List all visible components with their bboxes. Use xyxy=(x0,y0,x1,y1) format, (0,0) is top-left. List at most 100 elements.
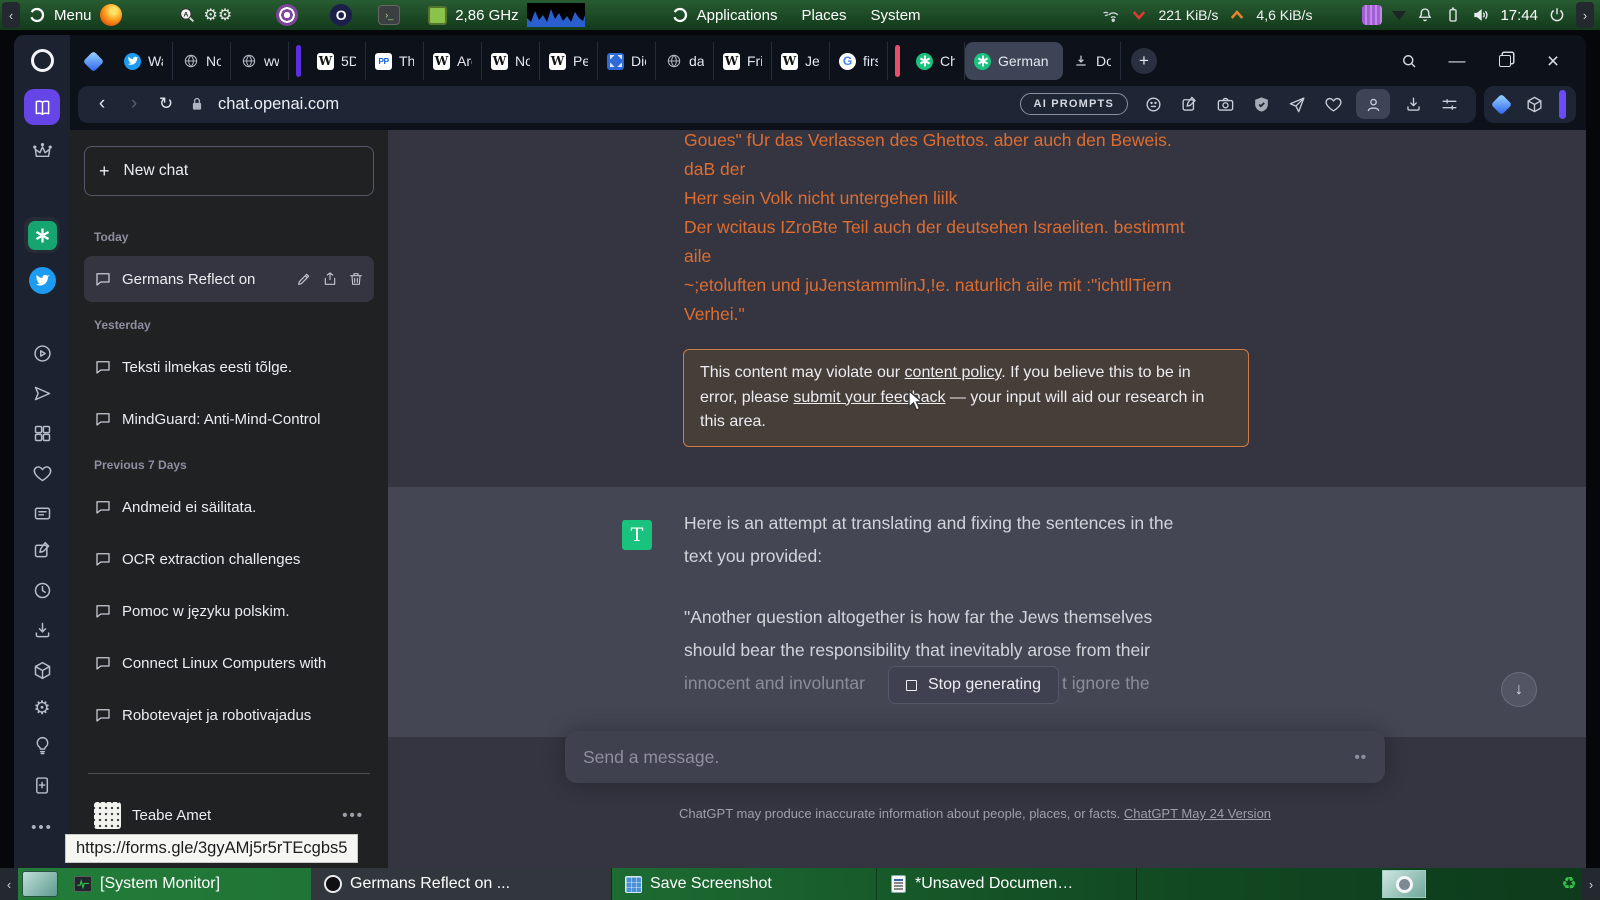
taskbar-window[interactable]: Save Screenshot xyxy=(612,868,877,900)
rename-icon[interactable] xyxy=(296,271,312,287)
download-icon[interactable] xyxy=(14,620,70,641)
opera-logo[interactable] xyxy=(14,49,70,72)
browser-tab[interactable]: W Jew xyxy=(772,42,830,80)
pinboard-icon[interactable] xyxy=(1176,91,1202,117)
workspace-icon[interactable] xyxy=(82,50,105,72)
taskbar-collapse-left-icon[interactable]: ‹ xyxy=(0,868,18,900)
chat-history-item[interactable]: Connect Linux Computers with xyxy=(84,640,374,686)
heart-icon[interactable] xyxy=(1320,91,1346,117)
history-clock-icon[interactable] xyxy=(14,580,70,601)
terminal-icon[interactable]: ›_ xyxy=(378,5,401,25)
send-plane-icon[interactable] xyxy=(1284,91,1310,117)
notifications-bell-icon[interactable] xyxy=(1416,6,1434,24)
ai-prompts-button[interactable]: AI PROMPTS xyxy=(1019,93,1128,115)
restore-button[interactable] xyxy=(1494,50,1516,72)
browser-tab[interactable]: W Nov xyxy=(482,42,540,80)
version-link[interactable]: ChatGPT May 24 Version xyxy=(1124,806,1271,821)
send-icon[interactable]: •• xyxy=(1354,749,1367,766)
active-chat-history-item[interactable]: Germans Reflect on xyxy=(84,256,374,302)
eject-applet-icon[interactable] xyxy=(1392,10,1407,20)
browser-tab[interactable]: W Pete xyxy=(540,42,598,80)
browser-tab[interactable]: W 5D c xyxy=(308,42,366,80)
back-icon[interactable]: ‹ xyxy=(92,93,112,115)
play-circle-icon[interactable] xyxy=(14,343,70,364)
chatgpt-icon[interactable] xyxy=(14,217,70,253)
idea-bulb-icon[interactable] xyxy=(14,735,70,756)
search-tool-icon[interactable]: A xyxy=(178,6,196,24)
extensions-cube-icon[interactable] xyxy=(14,660,70,681)
content-policy-link[interactable]: content policy xyxy=(905,364,1002,381)
taskbar-expand-right-icon[interactable]: › xyxy=(1582,868,1600,900)
delete-icon[interactable] xyxy=(348,271,364,287)
firefox-icon[interactable] xyxy=(99,4,122,26)
forward-icon[interactable]: › xyxy=(124,93,144,115)
stop-generating-button[interactable]: Stop generating xyxy=(888,666,1059,704)
scroll-to-bottom-button[interactable]: ↓ xyxy=(1501,672,1537,707)
chat-history-item[interactable]: Pomoc w języku polskim. xyxy=(84,588,374,634)
power-icon[interactable] xyxy=(1548,6,1566,24)
show-desktop-button[interactable] xyxy=(22,871,58,897)
news-icon[interactable] xyxy=(14,503,70,524)
system-menu[interactable]: System xyxy=(871,7,921,24)
twitter-icon[interactable] xyxy=(14,267,70,294)
trash-applet-icon[interactable]: ♻ xyxy=(1556,868,1582,900)
bookmarks-book-icon[interactable] xyxy=(14,775,70,796)
panel-expand-right-icon[interactable]: › xyxy=(1576,2,1594,28)
applications-menu[interactable]: Applications xyxy=(697,7,778,24)
shield-check-icon[interactable] xyxy=(1248,91,1274,117)
indicator-applet-icon[interactable] xyxy=(1362,5,1383,25)
taskbar-window-active[interactable]: Germans Reflect on ... xyxy=(312,868,612,900)
browser-tab[interactable]: Die xyxy=(598,42,656,80)
tor-browser-icon[interactable] xyxy=(276,4,299,26)
camera-icon[interactable] xyxy=(1212,91,1238,117)
taskbar-window[interactable]: [System Monitor] xyxy=(62,868,312,900)
sliders-icon[interactable] xyxy=(1436,91,1462,117)
account-row[interactable]: Teabe Amet ••• xyxy=(84,792,374,838)
account-menu-icon[interactable]: ••• xyxy=(342,807,364,824)
taskbar-window[interactable]: *Unsaved Documen… xyxy=(877,868,1137,900)
reload-icon[interactable]: ↻ xyxy=(156,94,176,114)
new-tab-button[interactable]: + xyxy=(1131,48,1157,74)
menu-label[interactable]: Menu xyxy=(54,7,92,24)
page-scrollbar[interactable] xyxy=(1559,89,1566,119)
emoji-icon[interactable] xyxy=(1140,91,1166,117)
places-menu[interactable]: Places xyxy=(801,7,846,24)
tab-search-icon[interactable] xyxy=(1398,50,1420,72)
panel-clock[interactable]: 17:44 xyxy=(1500,7,1538,24)
volume-icon[interactable] xyxy=(1472,6,1490,24)
chat-history-item[interactable]: OCR extraction challenges xyxy=(84,536,374,582)
menu-logo-icon[interactable] xyxy=(28,6,46,24)
extensions-cube-icon[interactable] xyxy=(1521,91,1547,117)
download-icon[interactable] xyxy=(1400,91,1426,117)
close-button[interactable]: × xyxy=(1542,50,1564,73)
system-load-graph[interactable] xyxy=(526,3,585,27)
address-bar[interactable]: ‹ › ↻ chat.openai.com AI PROMPTS xyxy=(78,85,1476,123)
message-input[interactable]: Send a message. •• xyxy=(565,731,1385,783)
new-chat-button[interactable]: + New chat xyxy=(84,146,374,196)
browser-tab[interactable]: Dow xyxy=(1063,42,1121,80)
chat-history-item[interactable]: Andmeid ei säilitata. xyxy=(84,484,374,530)
active-browser-tab[interactable]: German xyxy=(965,42,1063,80)
browser-tab[interactable]: Waf xyxy=(115,42,173,80)
gears-settings-icon[interactable]: ⚙⚙ xyxy=(204,5,233,25)
chat-history-item[interactable]: Teksti ilmekas eesti tõlge. xyxy=(84,344,374,390)
chat-history-item[interactable]: Robotevajet ja robotivajadus xyxy=(84,692,374,738)
settings-gear-icon[interactable]: ⚙ xyxy=(14,697,70,720)
browser-tab[interactable]: PP This xyxy=(366,42,424,80)
send-icon[interactable] xyxy=(14,383,70,404)
browser-tab[interactable]: dac xyxy=(656,42,714,80)
browser-tab[interactable]: Gfirst xyxy=(830,42,888,80)
heart-icon[interactable] xyxy=(14,463,70,484)
ellipsis-icon[interactable]: ••• xyxy=(14,819,70,836)
browser-tab[interactable]: Nov xyxy=(173,42,231,80)
workspace-switcher[interactable] xyxy=(1382,870,1426,898)
chat-history-item[interactable]: MindGuard: Anti-Mind-Control xyxy=(84,396,374,442)
browser-tab[interactable]: W Frie xyxy=(714,42,772,80)
crown-icon[interactable] xyxy=(14,141,70,162)
pinboard-icon[interactable] xyxy=(14,540,70,561)
browser-tab[interactable]: www xyxy=(231,42,289,80)
browser-tab[interactable]: Cha xyxy=(907,42,965,80)
battery-icon[interactable] xyxy=(1444,6,1462,24)
minimize-button[interactable]: — xyxy=(1446,50,1468,72)
grid-icon[interactable] xyxy=(14,423,70,444)
